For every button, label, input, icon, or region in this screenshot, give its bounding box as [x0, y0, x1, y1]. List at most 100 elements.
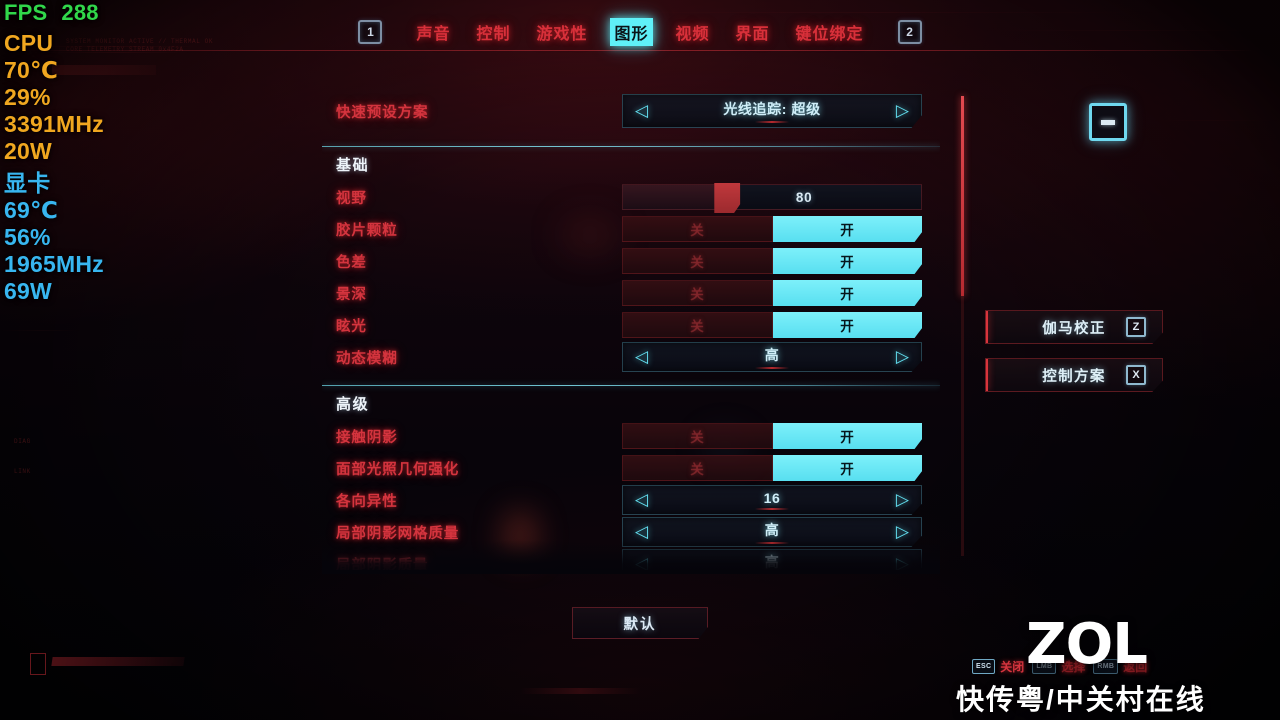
- prev-tab-key[interactable]: 1: [358, 20, 383, 44]
- stepper-control[interactable]: ◁ 16 ▷: [622, 485, 922, 515]
- toggle-on-option[interactable]: 开: [773, 312, 922, 338]
- performance-overlay: FPS 288 CPU 70℃ 29% 3391MHz 20W 显卡 69℃ 56…: [4, 2, 204, 312]
- settings-scrollbar[interactable]: [961, 96, 964, 556]
- toggle-on-option[interactable]: 开: [773, 455, 922, 481]
- hint-label: 关闭: [1000, 660, 1025, 674]
- hud-bottom-decoration: [520, 688, 640, 694]
- slider-control[interactable]: 80: [622, 183, 922, 213]
- default-button-label: 默认: [623, 616, 657, 633]
- gpu-clock: 1965MHz: [4, 251, 104, 277]
- chevron-right-icon[interactable]: ▷: [896, 491, 909, 509]
- cpu-group: CPU 70℃ 29% 3391MHz 20W: [4, 32, 204, 163]
- tab-6[interactable]: 键位绑定: [793, 18, 867, 46]
- chevron-left-icon[interactable]: ◁: [635, 491, 648, 509]
- stepper-control[interactable]: ◁ 高 ▷: [622, 517, 922, 547]
- tab-2[interactable]: 游戏性: [533, 18, 590, 46]
- option-label: 视野: [336, 190, 367, 207]
- toggle-control[interactable]: 关开: [622, 423, 922, 449]
- toggle-off-option[interactable]: 关: [622, 312, 773, 338]
- chevron-right-icon[interactable]: ▷: [896, 555, 909, 570]
- gpu-power: 69W: [4, 278, 52, 304]
- option-control: 关开: [622, 280, 940, 306]
- rail-button-0[interactable]: 伽马校正 Z: [985, 310, 1163, 344]
- tab-list: 声音 控制 游戏性 图形 视频 界面 键位绑定: [413, 18, 866, 46]
- option-row: 视野 80: [322, 181, 940, 213]
- toggle-control[interactable]: 关开: [622, 216, 922, 242]
- tab-0[interactable]: 声音: [413, 18, 453, 46]
- toggle-off-option[interactable]: 关: [622, 455, 773, 481]
- toggle-off-option[interactable]: 关: [622, 248, 773, 274]
- tab-3[interactable]: 图形: [610, 18, 653, 46]
- chevron-right-icon[interactable]: ▷: [896, 348, 909, 366]
- footer-hint-0[interactable]: ESC 关闭: [972, 658, 1024, 675]
- option-control: 关开: [622, 455, 940, 481]
- fps-value: 288: [61, 0, 99, 25]
- chevron-left-icon[interactable]: ◁: [635, 523, 648, 541]
- option-control: 80: [622, 183, 940, 213]
- section-divider: [322, 385, 940, 386]
- toggle-on-option[interactable]: 开: [773, 248, 922, 274]
- section-title: 基础: [336, 157, 370, 174]
- slider-handle[interactable]: [714, 183, 741, 213]
- toggle-on-option[interactable]: 开: [773, 216, 922, 242]
- option-label: 面部光照几何强化: [336, 461, 460, 478]
- chevron-left-icon[interactable]: ◁: [635, 102, 648, 120]
- quick-preset-stepper[interactable]: ◁ 光线追踪: 超级 ▷: [622, 94, 922, 128]
- next-tab-key[interactable]: 2: [897, 20, 922, 44]
- toggle-on-option[interactable]: 开: [773, 280, 922, 306]
- scrollbar-thumb[interactable]: [961, 96, 964, 296]
- option-row: 各向异性 ◁ 16 ▷: [322, 484, 940, 516]
- stepper-control[interactable]: ◁ 高 ▷: [622, 342, 922, 372]
- default-button[interactable]: 默认: [572, 607, 708, 639]
- section-divider: [322, 146, 940, 147]
- section-1: 高级: [322, 385, 940, 414]
- option-row: 色差 关开: [322, 245, 940, 277]
- toggle-on-option[interactable]: 开: [773, 423, 922, 449]
- cpu-temperature: 70℃: [4, 57, 59, 83]
- slider-fill: [623, 185, 728, 209]
- toggle-control[interactable]: 关开: [622, 455, 922, 481]
- rail-button-1[interactable]: 控制方案 X: [985, 358, 1163, 392]
- chevron-right-icon[interactable]: ▷: [896, 523, 909, 541]
- option-control: ◁ 高 ▷: [622, 342, 940, 372]
- cpu-title: CPU: [4, 30, 54, 56]
- option-control: 关开: [622, 248, 940, 274]
- quick-preset-value: 光线追踪: 超级: [623, 99, 921, 123]
- quick-preset-label: 快速预设方案: [336, 104, 429, 121]
- toggle-off-option[interactable]: 关: [622, 423, 773, 449]
- gpu-usage: 56%: [4, 224, 51, 250]
- toggle-off-option[interactable]: 关: [622, 216, 773, 242]
- chevron-right-icon[interactable]: ▷: [896, 102, 909, 120]
- chevron-left-icon[interactable]: ◁: [635, 555, 648, 570]
- tab-4[interactable]: 视频: [673, 18, 713, 46]
- option-label: 局部阴影质量: [336, 557, 429, 571]
- option-label: 眩光: [336, 318, 367, 335]
- rail-button-label: 控制方案: [1042, 368, 1106, 385]
- rail-button-label: 伽马校正: [1042, 320, 1106, 337]
- tab-5[interactable]: 界面: [733, 18, 773, 46]
- chevron-left-icon[interactable]: ◁: [635, 348, 648, 366]
- toggle-control[interactable]: 关开: [622, 248, 922, 274]
- tab-1[interactable]: 控制: [473, 18, 513, 46]
- toggle-off-option[interactable]: 关: [622, 280, 773, 306]
- option-row: 景深 关开: [322, 277, 940, 309]
- stepper-control[interactable]: ◁ 高 ▷: [622, 549, 922, 570]
- option-label: 局部阴影网格质量: [336, 525, 460, 542]
- side-action-rail: 伽马校正 Z 控制方案 X: [985, 310, 1163, 406]
- section-0: 基础: [322, 146, 940, 175]
- option-control: ◁ 高 ▷: [622, 549, 940, 570]
- option-label: 色差: [336, 254, 367, 271]
- collapse-key-icon[interactable]: [1089, 103, 1127, 141]
- toggle-control[interactable]: 关开: [622, 312, 922, 338]
- rail-button-key: Z: [1126, 317, 1146, 337]
- hud-text-decoration: DIAG: [14, 438, 31, 445]
- toggle-control[interactable]: 关开: [622, 280, 922, 306]
- stepper-value: 高: [623, 520, 921, 544]
- fps-readout: FPS 288: [4, 2, 204, 24]
- option-label: 景深: [336, 286, 367, 303]
- option-label: 胶片颗粒: [336, 222, 398, 239]
- option-control: 关开: [622, 312, 940, 338]
- hint-key-icon: ESC: [972, 659, 996, 674]
- gpu-group: 显卡 69℃ 56% 1965MHz 69W: [4, 172, 204, 303]
- option-label: 各向异性: [336, 493, 398, 510]
